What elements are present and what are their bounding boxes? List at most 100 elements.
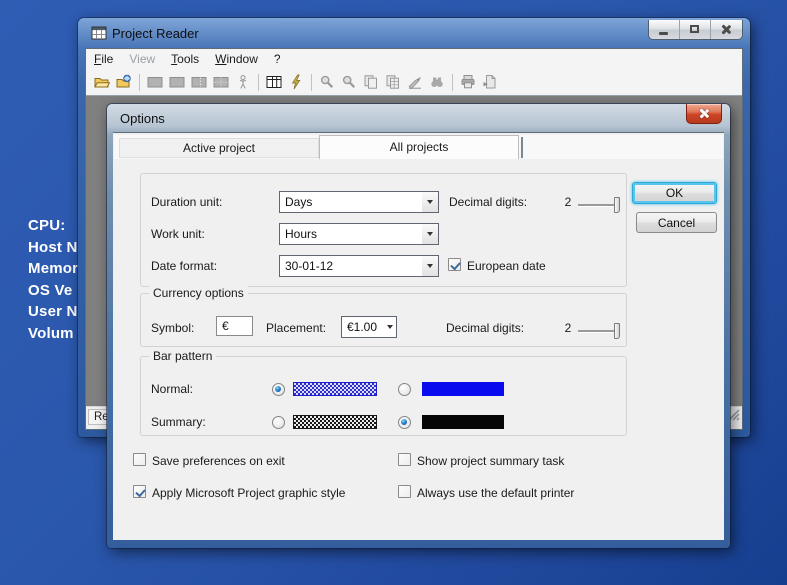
toolbar-separator <box>311 73 312 91</box>
binoculars-icon <box>429 74 446 91</box>
normal-solid-radio[interactable] <box>398 383 411 396</box>
apply-msp-style-label: Apply Microsoft Project graphic style <box>152 486 346 500</box>
resource-person-icon <box>235 74 252 91</box>
toolbar-separator <box>139 73 140 91</box>
summary-solid-radio[interactable] <box>398 416 411 429</box>
work-unit-dropdown[interactable]: Hours <box>279 223 439 245</box>
lightning-icon[interactable] <box>288 74 305 91</box>
menu-tools[interactable]: Tools <box>163 50 207 68</box>
work-unit-value: Hours <box>285 227 318 241</box>
menu-help[interactable]: ? <box>266 50 289 68</box>
info-line: OS Ve <box>28 281 73 299</box>
save-preferences-checkbox[interactable] <box>133 453 146 466</box>
toolbar-separator <box>452 73 453 91</box>
units-group: Duration unit: Days Decimal digits: 2 Wo… <box>140 173 627 287</box>
date-format-dropdown[interactable]: 30-01-12 <box>279 255 439 277</box>
currency-options-group: Currency options Symbol: € Placement: €1… <box>140 286 627 347</box>
show-project-summary-checkbox[interactable] <box>398 453 411 466</box>
open-folder-icon[interactable] <box>94 74 111 91</box>
symbol-input[interactable]: € <box>216 316 253 336</box>
placement-label: Placement: <box>266 321 327 335</box>
date-format-label: Date format: <box>151 259 218 273</box>
slider-thumb[interactable] <box>614 197 620 213</box>
menu-file[interactable]: File <box>86 50 121 68</box>
dialog-title-bar[interactable]: Options <box>107 104 730 132</box>
menu-view: View <box>129 52 156 66</box>
summary-hatched-radio[interactable] <box>272 416 285 429</box>
apply-msp-style-checkbox[interactable] <box>133 485 146 498</box>
info-line: Memor <box>28 260 79 278</box>
duration-unit-dropdown[interactable]: Days <box>279 191 439 213</box>
toolbar <box>86 69 742 96</box>
export-icon <box>407 74 424 91</box>
decimal-digits-label: Decimal digits: <box>446 321 525 335</box>
menu-bar: File View Tools Window ? <box>86 49 742 69</box>
ok-button[interactable]: OK <box>632 182 717 204</box>
normal-solid-swatch[interactable] <box>422 382 504 396</box>
info-line: Host N <box>28 238 78 256</box>
tab-strip: Active project All projects <box>114 135 723 159</box>
info-line: Volum <box>28 324 74 342</box>
decimal-digits-slider[interactable] <box>578 197 620 213</box>
split-view-icon <box>191 74 208 91</box>
tab-all-projects[interactable]: All projects <box>319 135 519 159</box>
european-date-label: European date <box>467 259 546 273</box>
slider-thumb[interactable] <box>614 323 620 339</box>
show-project-summary-label: Show project summary task <box>417 454 565 468</box>
placement-dropdown[interactable]: €1.00 <box>341 316 397 338</box>
minimize-button[interactable] <box>649 20 680 39</box>
bar-pattern-label: Bar pattern <box>149 349 217 363</box>
zoom-in-icon <box>319 74 336 91</box>
title-bar[interactable]: Project Reader <box>78 18 750 48</box>
cancel-button[interactable]: Cancel <box>636 212 717 233</box>
window-title: Project Reader <box>112 26 199 41</box>
dialog-close-button[interactable] <box>686 104 722 124</box>
normal-hatched-radio[interactable] <box>272 383 285 396</box>
menu-window[interactable]: Window <box>207 50 266 68</box>
duration-unit-label: Duration unit: <box>151 195 223 209</box>
placement-value: €1.00 <box>347 320 378 334</box>
dialog-client-area: Active project All projects Duration uni… <box>113 132 724 540</box>
currency-options-label: Currency options <box>149 286 248 300</box>
decimal-digits-label: Decimal digits: <box>449 195 528 209</box>
caption-buttons <box>648 20 743 40</box>
normal-hatched-swatch[interactable] <box>293 382 377 396</box>
gantt-view-icon <box>147 74 164 91</box>
tab-active-project[interactable]: Active project <box>119 138 319 158</box>
close-button[interactable] <box>711 20 742 39</box>
currency-decimal-slider[interactable] <box>578 323 620 339</box>
decimal-digits-value: 2 <box>564 321 572 335</box>
info-line: CPU: <box>28 217 66 234</box>
european-date-checkbox[interactable] <box>448 258 461 271</box>
grid-view-icon <box>213 74 230 91</box>
task-view-icon <box>169 74 186 91</box>
chevron-down-icon <box>383 317 396 337</box>
bar-pattern-group: Bar pattern Normal: Summary: <box>140 349 627 436</box>
chevron-down-icon <box>422 256 438 276</box>
default-printer-checkbox[interactable] <box>398 485 411 498</box>
open-web-folder-icon[interactable] <box>116 74 133 91</box>
minimize-icon <box>659 32 668 35</box>
save-preferences-label: Save preferences on exit <box>152 454 285 468</box>
close-icon <box>720 24 732 35</box>
desktop-info-text: CPU: Host N Memor OS Ve User N Volum <box>28 215 78 345</box>
maximize-icon <box>690 25 699 33</box>
print-preview-icon <box>482 74 499 91</box>
tab-separator <box>521 137 523 158</box>
summary-hatched-swatch[interactable] <box>293 415 377 429</box>
maximize-button[interactable] <box>680 20 711 39</box>
dialog-title: Options <box>120 111 165 126</box>
decimal-digits-value: 2 <box>564 195 572 209</box>
dialog-options: Options Active project All projects Dura… <box>107 104 730 548</box>
summary-label: Summary: <box>151 415 206 429</box>
zoom-out-icon <box>341 74 358 91</box>
summary-solid-swatch[interactable] <box>422 415 504 429</box>
default-printer-label: Always use the default printer <box>417 486 575 500</box>
toolbar-separator <box>258 73 259 91</box>
chevron-down-icon <box>422 192 438 212</box>
table-icon[interactable] <box>266 74 283 91</box>
close-icon <box>698 108 710 119</box>
slider-groove <box>578 330 614 332</box>
slider-groove <box>578 204 614 206</box>
chevron-down-icon <box>422 224 438 244</box>
